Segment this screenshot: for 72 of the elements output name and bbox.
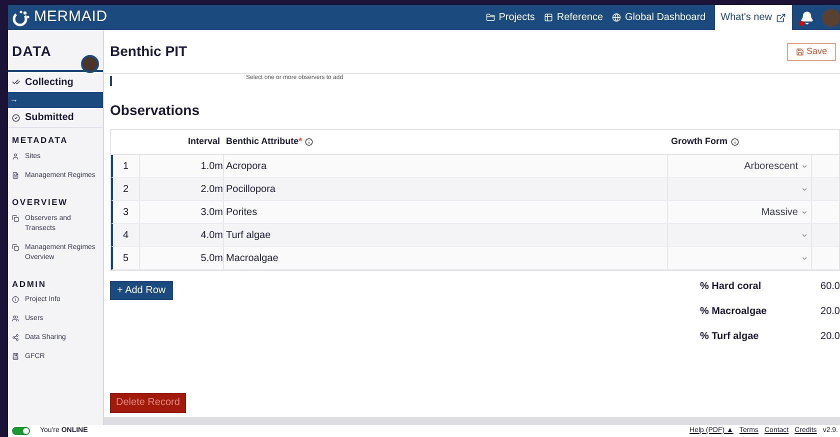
info-icon <box>730 138 738 146</box>
person-icon <box>12 152 19 160</box>
attribute-cell-text: Pocillopora <box>226 182 276 196</box>
collapse-handle[interactable]: → <box>8 92 103 108</box>
attribute-cell-text: Porites <box>226 206 258 220</box>
column-header: Benthic Attribute* <box>226 135 302 148</box>
chevron-icon <box>801 232 808 238</box>
interval-cell-text: 2.0m <box>200 182 223 196</box>
online-toggle[interactable] <box>12 427 30 435</box>
sidebar-section-title: OVERVIEW <box>11 196 69 208</box>
whats-new-link[interactable]: What's new <box>714 5 792 30</box>
globe-icon <box>612 13 622 22</box>
folder-icon <box>486 13 495 22</box>
info-icon <box>12 296 19 304</box>
growth-form-select[interactable] <box>667 224 812 246</box>
share-icon <box>12 334 19 342</box>
chevron-icon <box>801 186 808 192</box>
growth-form-select[interactable]: Massive <box>667 201 812 223</box>
interval-cell-text: 1.0m <box>200 160 223 174</box>
attribute-cell-text: Turf algae <box>226 228 271 242</box>
column-header: Growth Form <box>671 135 728 148</box>
row-number: 1 <box>123 160 129 174</box>
summary-value: 60.0 <box>820 280 840 294</box>
sidebar-item[interactable]: Collecting <box>8 72 103 92</box>
notification-button[interactable] <box>800 10 814 26</box>
copy-icon <box>12 214 19 222</box>
row-number: 4 <box>123 228 129 242</box>
growth-form-select[interactable] <box>667 247 812 269</box>
sidebar-title: DATA <box>12 43 52 59</box>
chevron-icon <box>801 162 808 170</box>
interval-cell-text: 3.0m <box>200 206 223 220</box>
book-icon <box>12 353 19 360</box>
growth-form-select[interactable]: Arborescent <box>667 155 812 177</box>
nav-link[interactable]: Global Dashboard <box>612 10 706 25</box>
section-title: Observations <box>110 101 200 120</box>
checkmark-icon <box>12 78 20 86</box>
sidebar-item[interactable]: Submitted <box>8 108 103 128</box>
sidebar-section-title: ADMIN <box>11 278 48 290</box>
summary-value: 20.0 <box>820 330 840 344</box>
row-number: 5 <box>123 252 129 266</box>
nav-link[interactable]: Projects <box>486 10 535 25</box>
chevron-icon <box>801 254 808 262</box>
chevron-icon <box>801 208 808 216</box>
copy-icon <box>12 244 19 250</box>
attribute-cell-text: Acropora <box>226 160 267 174</box>
summary-label: % Macroalgae <box>700 305 767 319</box>
external-link-icon <box>776 12 786 22</box>
column-header: Interval <box>188 136 220 146</box>
users-icon <box>12 315 19 322</box>
bell-icon <box>800 10 814 26</box>
interval-cell-text: 5.0m <box>200 252 223 266</box>
row-number: 2 <box>123 182 129 196</box>
interval-cell-text: 4.0m <box>200 228 223 242</box>
page-title: Benthic PIT <box>110 42 188 61</box>
row-number: 3 <box>123 206 129 220</box>
table-icon <box>544 13 553 22</box>
avatar[interactable] <box>822 8 840 26</box>
attribute-cell-text: Macroalgae <box>226 252 278 266</box>
brand-name: MERMAID <box>34 7 108 28</box>
add-row-button[interactable]: + Add Row <box>110 281 173 300</box>
document-icon <box>12 172 19 179</box>
growth-form-select[interactable] <box>667 178 812 200</box>
info-icon <box>305 138 314 146</box>
summary-label: % Hard coral <box>700 280 762 294</box>
check-circle-icon <box>12 114 20 122</box>
nav-link[interactable]: Reference <box>544 10 604 25</box>
logo-icon <box>12 8 30 26</box>
sidebar-section-title: METADATA <box>11 134 69 147</box>
summary-value: 20.0 <box>820 305 840 319</box>
save-button[interactable]: Save <box>787 42 836 60</box>
summary-label: % Turf algae <box>700 330 759 344</box>
floppy-icon <box>796 48 804 56</box>
